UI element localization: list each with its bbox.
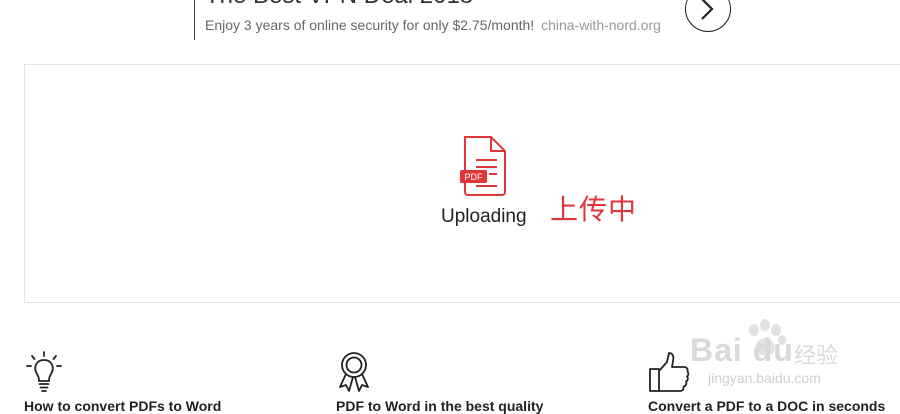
ad-url[interactable]: china-with-nord.org	[541, 17, 661, 33]
feature-convert-how: How to convert PDFs to Word	[24, 350, 221, 414]
pdf-file-icon: PDF	[460, 136, 506, 196]
baidu-watermark: Bai du 经验 jingyan.baidu.com	[690, 318, 890, 390]
lightbulb-icon	[26, 351, 62, 392]
paw-logo-icon	[749, 319, 786, 356]
upload-status: Uploading	[441, 206, 527, 227]
ad-title[interactable]: The Best VPN Deal 2018	[205, 0, 473, 10]
feature-title: Convert a PDF to a DOC in seconds	[648, 398, 886, 414]
watermark-cn: 经验	[794, 343, 839, 368]
chevron-right-icon	[701, 0, 714, 20]
watermark-site: jingyan.baidu.com	[708, 370, 821, 386]
upload-dropzone[interactable]: PDF Uploading 上传中	[24, 64, 900, 303]
ad-subtitle-text: Enjoy 3 years of online security for onl…	[205, 17, 535, 33]
thumbs-up-icon	[649, 352, 690, 392]
feature-title: PDF to Word in the best quality	[336, 398, 544, 414]
ad-banner[interactable]: The Best VPN Deal 2018 Enjoy 3 years of …	[194, 0, 755, 40]
ad-subtitle: Enjoy 3 years of online security for onl…	[205, 17, 661, 33]
award-ribbon-icon	[339, 352, 369, 392]
feature-best-quality: PDF to Word in the best quality	[336, 350, 543, 414]
pdf-badge-text: PDF	[465, 172, 484, 182]
feature-fast-convert: Convert a PDF to a DOC in seconds	[648, 350, 885, 414]
feature-title: How to convert PDFs to Word	[24, 398, 222, 414]
ad-next-button[interactable]	[685, 0, 731, 32]
watermark-logo: Bai du	[690, 332, 794, 368]
upload-annotation: 上传中	[550, 193, 638, 226]
